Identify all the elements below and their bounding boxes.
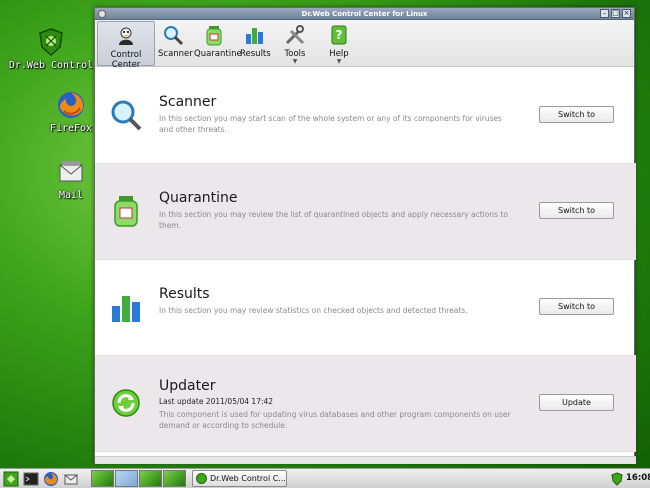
section-description: In this section you may start scan of th…	[159, 114, 503, 134]
desktop-icon-drweb[interactable]: Dr.Web Control	[6, 27, 96, 71]
workspace-pager	[91, 470, 186, 487]
section-quarantine: Quarantine In this section you may revie…	[95, 164, 636, 260]
toolbar-quarantine[interactable]: Quarantine	[191, 21, 242, 66]
results-chart-icon	[244, 24, 266, 46]
workspace-1[interactable]	[91, 470, 114, 487]
minimize-icon[interactable]: –	[600, 9, 609, 18]
help-icon: ?	[328, 24, 350, 46]
quarantine-switch-button[interactable]: Switch to	[539, 202, 614, 219]
toolbar-label: Control Center	[110, 50, 142, 70]
section-description: In this section you may review the list …	[159, 210, 508, 230]
toolbar-control-center[interactable]: Control Center	[97, 21, 155, 70]
horizontal-scrollbar[interactable]	[95, 456, 636, 464]
toolbar-label: Results	[240, 49, 271, 59]
section-updater: Updater Last update 2011/05/04 17:42 Thi…	[95, 356, 636, 452]
update-button[interactable]: Update	[539, 394, 614, 411]
sections-panel: Scanner In this section you may start sc…	[95, 68, 636, 464]
chevron-down-icon: ▼	[336, 58, 342, 65]
svg-text:?: ?	[336, 28, 343, 42]
chevron-down-icon: ▼	[292, 58, 298, 65]
section-title: Quarantine	[159, 190, 238, 206]
drweb-tray-icon[interactable]	[610, 471, 624, 486]
tools-icon	[284, 24, 306, 46]
magnifier-icon	[109, 98, 143, 132]
toolbar-tools[interactable]: Tools ▼	[273, 21, 317, 66]
section-description: In this section you may review statistic…	[159, 306, 468, 315]
toolbar-scanner[interactable]: Scanner	[155, 21, 193, 66]
toolbar-label: Quarantine	[194, 49, 242, 59]
window-title: Dr.Web Control Center for Linux	[301, 10, 428, 18]
section-scanner: Scanner In this section you may start sc…	[95, 68, 636, 164]
workspace-3[interactable]	[139, 470, 162, 487]
terminal-icon[interactable]	[23, 471, 39, 487]
toolbar-results[interactable]: Results	[237, 21, 273, 66]
refresh-icon	[109, 386, 143, 420]
title-bar[interactable]: Dr.Web Control Center for Linux – □ ×	[95, 8, 634, 20]
desktop-icon-label: Dr.Web Control	[8, 60, 94, 71]
drweb-control-center-window: Dr.Web Control Center for Linux – □ × Co…	[94, 7, 636, 464]
toolbar-label: Scanner	[158, 49, 193, 59]
workspace-2[interactable]	[115, 470, 138, 487]
drweb-shield-icon	[196, 473, 207, 484]
close-icon[interactable]: ×	[622, 9, 631, 18]
results-switch-button[interactable]: Switch to	[539, 298, 614, 315]
section-description: This component is used for updating viru…	[159, 410, 511, 430]
toolbar-help[interactable]: ? Help ▼	[317, 21, 361, 66]
results-chart-icon	[109, 290, 143, 324]
workspace-4[interactable]	[163, 470, 186, 487]
maximize-icon[interactable]: □	[611, 9, 620, 18]
main-toolbar: Control Center Scanner Quarantine Result…	[95, 20, 634, 70]
last-update-text: Last update 2011/05/04 17:42	[159, 397, 274, 406]
section-title: Updater	[159, 378, 216, 394]
section-title: Results	[159, 286, 210, 302]
magnifier-icon	[162, 24, 184, 46]
start-menu-icon[interactable]	[3, 471, 19, 487]
control-center-icon	[115, 25, 137, 47]
taskbar-window-label: Dr.Web Control C...	[210, 474, 286, 483]
firefox-icon	[56, 90, 86, 120]
firefox-icon[interactable]	[43, 471, 59, 487]
drweb-shield-icon	[36, 27, 66, 57]
taskbar: Dr.Web Control C... 16:08	[0, 468, 650, 488]
section-results: Results In this section you may review s…	[95, 260, 636, 356]
mail-icon	[56, 157, 86, 187]
mail-icon[interactable]	[63, 471, 79, 487]
section-title: Scanner	[159, 94, 217, 110]
taskbar-window-button[interactable]: Dr.Web Control C...	[192, 470, 287, 487]
quarantine-jar-icon	[203, 24, 225, 46]
clock[interactable]: 16:08	[626, 469, 650, 488]
scanner-switch-button[interactable]: Switch to	[539, 106, 614, 123]
quarantine-jar-icon	[109, 194, 143, 228]
